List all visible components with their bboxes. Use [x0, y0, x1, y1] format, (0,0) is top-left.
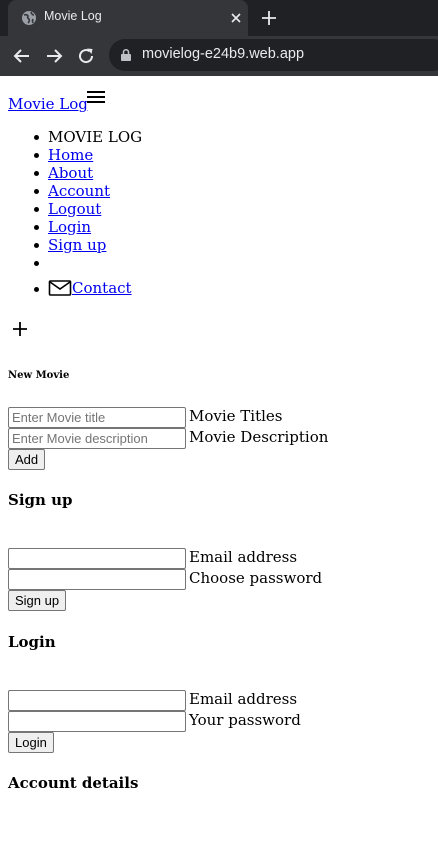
add-movie-button[interactable]: Add — [8, 449, 46, 470]
browser-tab[interactable]: Movie Log — [8, 0, 248, 36]
nav-link-home[interactable]: Home — [48, 146, 93, 164]
new-movie-heading: New Movie — [8, 370, 70, 381]
nav-item-contact: Contact — [34, 274, 142, 302]
signup-email-field[interactable] — [8, 548, 186, 569]
movie-title-label: Movie Titles — [189, 407, 283, 425]
nav-link-account[interactable]: Account — [48, 182, 110, 200]
movie-title-input[interactable] — [8, 407, 186, 428]
arrow-right-icon[interactable] — [44, 46, 64, 66]
login-password-label: Your password — [189, 711, 301, 729]
globe-icon — [22, 11, 36, 25]
nav-item-home: Home — [34, 146, 142, 164]
nav-item-about: About — [34, 164, 142, 182]
signup-heading: Sign up — [8, 491, 73, 509]
brand-link[interactable]: Movie Log — [8, 95, 88, 113]
signup-password-label: Choose password — [189, 569, 323, 587]
close-icon[interactable] — [228, 10, 244, 26]
lock-icon — [121, 48, 131, 61]
signup-email-label: Email address — [189, 548, 298, 566]
url-text[interactable]: movielog-e24b9.web.app — [142, 46, 304, 62]
nav-item-account: Account — [34, 182, 142, 200]
nav-link-login[interactable]: Login — [48, 218, 91, 236]
nav-item-empty — [34, 254, 142, 272]
nav-item-sign-up: Sign up — [34, 236, 142, 254]
reload-icon[interactable] — [76, 46, 96, 66]
login-button[interactable]: Login — [8, 732, 54, 753]
signup-button[interactable]: Sign up — [8, 590, 67, 611]
arrow-left-icon[interactable] — [12, 46, 32, 66]
movie-description-label: Movie Description — [189, 428, 329, 446]
nav-link-logout[interactable]: Logout — [48, 200, 101, 218]
mail-icon[interactable] — [48, 279, 72, 297]
nav-item-login: Login — [34, 218, 142, 236]
nav-menu: MOVIE LOG Home About Account Logout Logi… — [34, 128, 142, 302]
page-content: Movie Log MOVIE LOG Home About Account L… — [0, 76, 438, 850]
new-tab-plus-icon[interactable] — [260, 9, 278, 27]
nav-link-sign-up[interactable]: Sign up — [48, 236, 106, 254]
hamburger-icon[interactable] — [85, 88, 107, 106]
login-email-field[interactable] — [8, 690, 186, 711]
add-plus-icon[interactable] — [11, 320, 29, 338]
browser-tab-strip: Movie Log — [0, 0, 438, 36]
movie-description-input[interactable] — [8, 428, 186, 449]
login-password-field[interactable] — [8, 711, 186, 732]
login-email-label: Email address — [189, 690, 298, 708]
nav-item-logout: Logout — [34, 200, 142, 218]
nav-link-contact[interactable]: Contact — [72, 279, 132, 297]
tab-title: Movie Log — [44, 9, 102, 23]
signup-password-field[interactable] — [8, 569, 186, 590]
account-details-heading: Account details — [8, 774, 139, 792]
nav-item-movie-log: MOVIE LOG — [34, 128, 142, 146]
nav-link-about[interactable]: About — [48, 164, 93, 182]
login-heading: Login — [8, 633, 56, 651]
